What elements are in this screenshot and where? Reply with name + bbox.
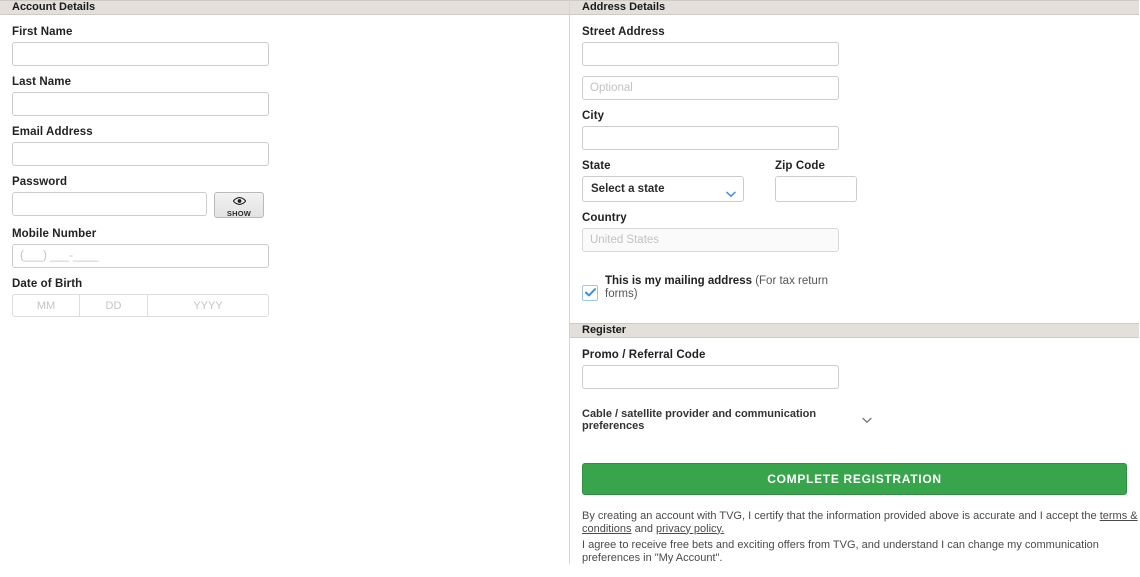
register-header: Register: [570, 323, 1139, 338]
registration-form: Account Details First Name Last Name Ema…: [0, 0, 1140, 564]
state-select-wrapper: Select a state: [582, 176, 744, 202]
mailing-address-row: This is my mailing address (For tax retu…: [582, 274, 1127, 301]
eye-icon: [232, 193, 246, 209]
legal-text: By creating an account with TVG, I certi…: [582, 510, 1139, 564]
zip-code-input[interactable]: [775, 176, 857, 202]
legal-line-1-part-2: and: [631, 522, 657, 535]
city-input[interactable]: [582, 126, 839, 150]
mobile-number-input[interactable]: [12, 244, 269, 268]
zip-field-group: Zip Code: [775, 150, 857, 202]
first-name-label: First Name: [12, 26, 73, 38]
mailing-address-label-strong: This is my mailing address: [605, 275, 752, 287]
communication-preferences-expander[interactable]: Cable / satellite provider and communica…: [582, 408, 872, 432]
legal-line-1-part-1: By creating an account with TVG, I certi…: [582, 510, 1100, 522]
legal-line-2: I agree to receive free bets and excitin…: [582, 539, 1099, 564]
password-label: Password: [12, 176, 68, 188]
street-address-2-input[interactable]: [582, 76, 839, 100]
address-and-register-panel: Address Details Street Address City Stat…: [569, 0, 1139, 564]
city-label: City: [582, 110, 605, 122]
mobile-number-label: Mobile Number: [12, 228, 97, 240]
zip-code-label: Zip Code: [775, 160, 825, 172]
mailing-address-checkbox[interactable]: [582, 285, 598, 301]
communication-preferences-label: Cable / satellite provider and communica…: [582, 408, 817, 432]
first-name-input[interactable]: [12, 42, 269, 66]
dob-day-input[interactable]: [80, 294, 148, 317]
state-zip-row: State Select a state Zip Code: [582, 150, 1127, 202]
street-address-label: Street Address: [582, 26, 665, 38]
privacy-policy-link[interactable]: privacy policy.: [656, 523, 724, 535]
state-select[interactable]: Select a state: [582, 176, 744, 202]
date-of-birth-label: Date of Birth: [12, 278, 83, 290]
chevron-down-icon: [862, 411, 872, 429]
state-label: State: [582, 160, 611, 172]
dob-year-input[interactable]: [148, 294, 269, 317]
email-address-input[interactable]: [12, 142, 269, 166]
password-input[interactable]: [12, 192, 207, 216]
show-password-label: SHOW: [226, 208, 252, 218]
last-name-input[interactable]: [12, 92, 269, 116]
promo-code-label: Promo / Referral Code: [582, 349, 706, 361]
legal-line-1: By creating an account with TVG, I certi…: [582, 510, 1139, 535]
street-address-input[interactable]: [582, 42, 839, 66]
email-address-label: Email Address: [12, 126, 93, 138]
complete-registration-button[interactable]: COMPLETE REGISTRATION: [582, 463, 1127, 495]
state-field-group: State Select a state: [582, 150, 775, 202]
password-row: SHOW: [12, 192, 558, 218]
account-details-panel: Account Details First Name Last Name Ema…: [0, 0, 570, 564]
account-details-header: Account Details: [0, 0, 570, 15]
mailing-address-label: This is my mailing address (For tax retu…: [605, 274, 857, 301]
checkmark-icon: [584, 284, 596, 302]
date-of-birth-group: [12, 294, 269, 317]
promo-code-input[interactable]: [582, 365, 839, 389]
country-input: [582, 228, 839, 252]
dob-month-input[interactable]: [12, 294, 80, 317]
register-section: Register Promo / Referral Code Cable / s…: [570, 323, 1139, 564]
country-label: Country: [582, 212, 627, 224]
address-details-header: Address Details: [570, 0, 1139, 15]
show-password-button[interactable]: SHOW: [214, 192, 264, 218]
last-name-label: Last Name: [12, 76, 72, 88]
